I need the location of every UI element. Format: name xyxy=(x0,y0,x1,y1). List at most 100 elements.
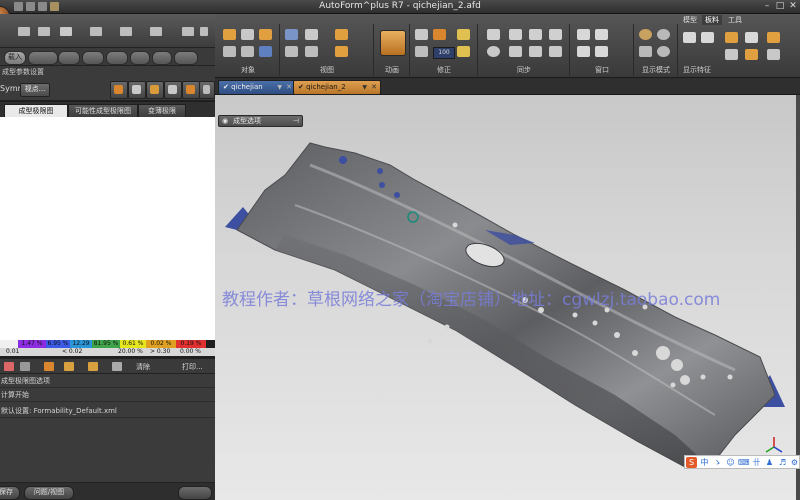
problem-view-button[interactable]: 问题/视图 xyxy=(24,486,74,500)
feature-icon[interactable] xyxy=(767,49,780,60)
display-mode-icon[interactable] xyxy=(639,29,652,40)
view-button[interactable] xyxy=(182,81,200,99)
tool-icon[interactable] xyxy=(120,27,132,36)
sync-icon[interactable] xyxy=(509,29,522,40)
correction-icon[interactable] xyxy=(415,29,428,40)
tool-icon[interactable] xyxy=(4,362,14,371)
tool-icon[interactable] xyxy=(20,362,30,371)
animation-icon[interactable] xyxy=(380,30,406,56)
ime-item[interactable]: ⌨ xyxy=(738,457,750,468)
ime-item[interactable]: ゝ xyxy=(712,457,723,468)
tool-icon[interactable] xyxy=(90,27,102,36)
pill-button[interactable] xyxy=(28,51,58,65)
document-tab-active[interactable]: ✔ qichejian_2 ▼ ✕ xyxy=(293,80,381,95)
print-button[interactable]: 打印... xyxy=(182,362,203,372)
tab-possible-flc[interactable]: 可能性成型极限图 xyxy=(68,104,138,118)
clock-icon[interactable] xyxy=(487,46,500,57)
ime-item[interactable]: ♟ xyxy=(764,457,775,468)
view-button[interactable] xyxy=(110,81,128,99)
window-icon[interactable] xyxy=(577,46,590,57)
viewport-options-panel[interactable]: ◉ 成型选项 ⊣ xyxy=(218,115,303,127)
ime-item[interactable]: ☺ xyxy=(725,457,736,468)
tool-icon[interactable] xyxy=(200,27,208,36)
pill-button[interactable] xyxy=(174,51,198,65)
view-icon[interactable] xyxy=(335,46,348,57)
ime-item[interactable]: 中 xyxy=(699,457,710,468)
object-icon[interactable] xyxy=(223,46,236,57)
ime-item[interactable]: ⚙ xyxy=(789,457,800,468)
view-button[interactable] xyxy=(146,81,164,99)
tool-icon[interactable] xyxy=(18,27,30,36)
tool-icon[interactable] xyxy=(60,27,72,36)
pill-button[interactable] xyxy=(82,51,104,65)
maximize-icon[interactable]: □ xyxy=(773,1,787,12)
view-combo[interactable]: 视点... xyxy=(20,83,50,97)
ime-item[interactable]: 卄 xyxy=(751,457,762,468)
tool-icon[interactable] xyxy=(44,362,54,371)
viewport-scrollbar[interactable] xyxy=(796,95,800,500)
view-button[interactable] xyxy=(128,81,146,99)
close-icon[interactable]: ✕ xyxy=(786,1,800,12)
chevron-down-icon[interactable]: ▼ xyxy=(362,81,367,94)
save-button[interactable]: 保存 xyxy=(0,486,20,500)
feature-icon[interactable] xyxy=(725,49,738,60)
view-icon[interactable] xyxy=(305,46,318,57)
view-icon[interactable] xyxy=(305,29,318,40)
tool-icon[interactable] xyxy=(64,362,74,371)
sync-icon[interactable] xyxy=(549,29,562,40)
view-icon[interactable] xyxy=(285,29,298,40)
eye-icon[interactable]: ◉ xyxy=(222,116,228,127)
ime-item[interactable]: ♬ xyxy=(777,457,788,468)
status-toggle[interactable] xyxy=(178,486,212,500)
feature-icon[interactable] xyxy=(701,32,714,43)
chevron-down-icon[interactable]: ▼ xyxy=(277,81,282,94)
view-button[interactable] xyxy=(164,81,182,99)
feature-icon[interactable] xyxy=(683,32,696,43)
object-icon[interactable] xyxy=(241,46,254,57)
pill-button[interactable] xyxy=(130,51,150,65)
tool-icon[interactable] xyxy=(112,362,122,371)
pill-button[interactable] xyxy=(152,51,172,65)
close-icon[interactable]: ✕ xyxy=(286,81,292,94)
display-mode-icon[interactable] xyxy=(657,29,670,40)
feature-icon[interactable] xyxy=(725,32,738,43)
display-mode-icon[interactable] xyxy=(657,46,670,57)
tab-flc[interactable]: 成型极限图 xyxy=(4,104,68,118)
object-icon[interactable] xyxy=(223,29,236,40)
view-icon[interactable] xyxy=(335,29,348,40)
window-icon[interactable] xyxy=(577,29,590,40)
close-icon[interactable]: ✕ xyxy=(371,81,377,94)
view-button[interactable] xyxy=(199,81,215,99)
correction-icon[interactable] xyxy=(415,46,428,57)
load-button[interactable]: 载入 xyxy=(4,51,26,65)
display-mode-icon[interactable] xyxy=(639,46,652,57)
feature-icon[interactable] xyxy=(767,32,780,43)
list-item[interactable]: 成型极限图选项 xyxy=(0,375,216,388)
tool-icon[interactable] xyxy=(182,27,194,36)
correction-icon[interactable] xyxy=(433,29,446,40)
tool-icon[interactable] xyxy=(88,362,98,371)
sync-icon[interactable] xyxy=(529,29,542,40)
correction-icon[interactable] xyxy=(457,29,470,40)
sync-icon[interactable] xyxy=(529,46,542,57)
clear-button[interactable]: 清除 xyxy=(136,362,150,372)
flc-chart-area[interactable] xyxy=(0,117,215,340)
feature-icon[interactable] xyxy=(745,32,758,43)
value-combo[interactable]: 100 xyxy=(433,47,455,59)
pill-button[interactable] xyxy=(58,51,80,65)
sync-icon[interactable] xyxy=(509,46,522,57)
ime-logo-icon[interactable]: S xyxy=(686,457,697,468)
sync-icon[interactable] xyxy=(549,46,562,57)
tool-icon[interactable] xyxy=(150,27,162,36)
list-item[interactable]: 计算开始 xyxy=(0,389,216,402)
object-icon[interactable] xyxy=(259,29,272,40)
list-item[interactable]: 默认设置: Formability_Default.xml xyxy=(0,405,216,418)
feature-icon[interactable] xyxy=(745,49,758,60)
object-icon[interactable] xyxy=(241,29,254,40)
window-icon[interactable] xyxy=(595,46,608,57)
sync-icon[interactable] xyxy=(487,29,500,40)
tab-thinning[interactable]: 变薄极限 xyxy=(138,104,186,118)
window-icon[interactable] xyxy=(595,29,608,40)
document-tab[interactable]: ✔ qichejian ▼ ✕ xyxy=(218,80,296,95)
pill-button[interactable] xyxy=(106,51,128,65)
